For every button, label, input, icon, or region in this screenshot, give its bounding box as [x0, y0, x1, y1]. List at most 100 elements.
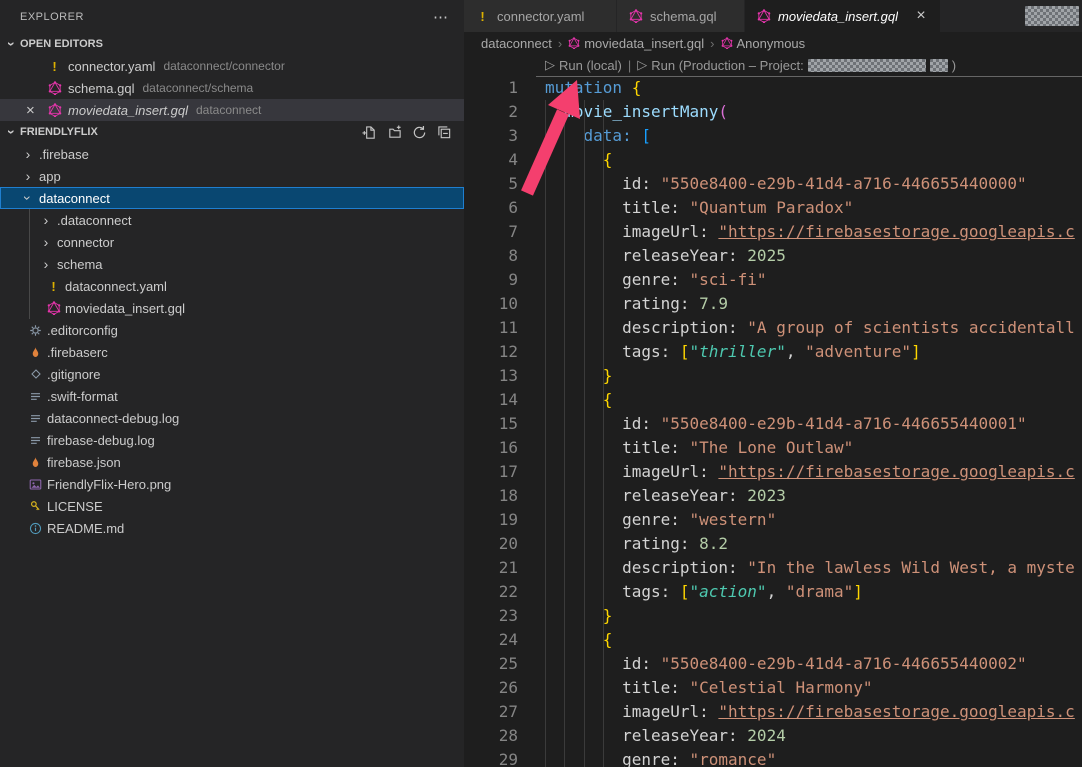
line-number[interactable]: 5 [464, 172, 518, 196]
code-line[interactable]: 21 description: "In the lawless Wild Wes… [464, 556, 1082, 580]
line-number[interactable]: 11 [464, 316, 518, 340]
refresh-button[interactable] [411, 124, 427, 140]
open-editor-item-moviedata-insert-gql[interactable]: ×moviedata_insert.gqldataconnect [0, 99, 464, 121]
code-line[interactable]: 25 id: "550e8400-e29b-41d4-a716-44665544… [464, 652, 1082, 676]
line-number[interactable]: 17 [464, 460, 518, 484]
tree-file-dataconnect-debug-log[interactable]: dataconnect-debug.log [0, 407, 464, 429]
code-line[interactable]: 13 } [464, 364, 1082, 388]
close-icon[interactable]: × [26, 103, 46, 118]
line-number[interactable]: 24 [464, 628, 518, 652]
code-line[interactable]: 22 tags: ["action", "drama"] [464, 580, 1082, 604]
line-number[interactable]: 27 [464, 700, 518, 724]
line-number[interactable]: 21 [464, 556, 518, 580]
open-editor-item-schema-gql[interactable]: schema.gqldataconnect/schema [0, 77, 464, 99]
code-line[interactable]: 26 title: "Celestial Harmony" [464, 676, 1082, 700]
run-local-link[interactable]: ▷ Run (local) [545, 57, 622, 73]
line-number[interactable]: 10 [464, 292, 518, 316]
run-production-link[interactable]: ▷ Run (Production – Project: ) [637, 57, 956, 73]
line-number[interactable]: 7 [464, 220, 518, 244]
code-line[interactable]: 24 { [464, 628, 1082, 652]
line-number[interactable]: 4 [464, 148, 518, 172]
code-line[interactable]: 8 releaseYear: 2025 [464, 244, 1082, 268]
code-editor[interactable]: 1mutation {2 movie_insertMany(3 data: [4… [464, 76, 1082, 767]
code-line[interactable]: 1mutation { [464, 76, 1082, 100]
line-number[interactable]: 25 [464, 652, 518, 676]
line-number[interactable]: 29 [464, 748, 518, 767]
code-line[interactable]: 3 data: [ [464, 124, 1082, 148]
line-number[interactable]: 19 [464, 508, 518, 532]
open-editors-section-header[interactable]: › OPEN EDITORS [0, 33, 464, 55]
line-number[interactable]: 12 [464, 340, 518, 364]
line-number[interactable]: 2 [464, 100, 518, 124]
line-number[interactable]: 23 [464, 604, 518, 628]
tree-folder-dataconnect[interactable]: ›.dataconnect [0, 209, 464, 231]
tab-moviedata-insert-gql[interactable]: moviedata_insert.gql× [745, 0, 941, 32]
code-line[interactable]: 4 { [464, 148, 1082, 172]
tab-close-icon[interactable]: × [912, 8, 930, 24]
tree-item-label: LICENSE [47, 499, 103, 514]
tree-folder-dataconnect[interactable]: ›dataconnect [0, 187, 464, 209]
code-line[interactable]: 19 genre: "western" [464, 508, 1082, 532]
line-number[interactable]: 1 [464, 76, 518, 100]
tree-file-firebaserc[interactable]: .firebaserc [0, 341, 464, 363]
code-line[interactable]: 27 imageUrl: "https://firebasestorage.go… [464, 700, 1082, 724]
code-line[interactable]: 7 imageUrl: "https://firebasestorage.goo… [464, 220, 1082, 244]
gear-icon [27, 324, 44, 337]
more-actions-icon[interactable]: ⋯ [433, 8, 448, 26]
tab-connector-yaml[interactable]: !connector.yaml [464, 0, 617, 32]
line-number[interactable]: 26 [464, 676, 518, 700]
code-line[interactable]: 15 id: "550e8400-e29b-41d4-a716-44665544… [464, 412, 1082, 436]
tree-file-license[interactable]: LICENSE [0, 495, 464, 517]
tree-file-friendlyflix-hero-png[interactable]: FriendlyFlix-Hero.png [0, 473, 464, 495]
line-number[interactable]: 6 [464, 196, 518, 220]
tree-folder-app[interactable]: ›app [0, 165, 464, 187]
line-number[interactable]: 22 [464, 580, 518, 604]
tree-file-readme-md[interactable]: README.md [0, 517, 464, 539]
workspace-section-header[interactable]: › FRIENDLYFLIX [0, 121, 464, 143]
tree-folder-connector[interactable]: ›connector [0, 231, 464, 253]
tab-schema-gql[interactable]: schema.gql [617, 0, 745, 32]
code-line[interactable]: 17 imageUrl: "https://firebasestorage.go… [464, 460, 1082, 484]
code-line[interactable]: 23 } [464, 604, 1082, 628]
tree-file-dataconnect-yaml[interactable]: !dataconnect.yaml [0, 275, 464, 297]
tree-file-editorconfig[interactable]: .editorconfig [0, 319, 464, 341]
breadcrumb-item-dataconnect[interactable]: dataconnect [481, 36, 552, 51]
code-line[interactable]: 12 tags: ["thriller", "adventure"] [464, 340, 1082, 364]
code-line[interactable]: 14 { [464, 388, 1082, 412]
tree-file-swift-format[interactable]: .swift-format [0, 385, 464, 407]
code-line[interactable]: 20 rating: 8.2 [464, 532, 1082, 556]
tree-file-gitignore[interactable]: .gitignore [0, 363, 464, 385]
code-line[interactable]: 2 movie_insertMany( [464, 100, 1082, 124]
code-line[interactable]: 18 releaseYear: 2023 [464, 484, 1082, 508]
breadcrumb-item-anonymous[interactable]: Anonymous [721, 36, 806, 51]
code-line[interactable]: 6 title: "Quantum Paradox" [464, 196, 1082, 220]
code-line[interactable]: 5 id: "550e8400-e29b-41d4-a716-446655440… [464, 172, 1082, 196]
line-number[interactable]: 20 [464, 532, 518, 556]
breadcrumb-item-moviedata-insert-gql[interactable]: moviedata_insert.gql [568, 36, 704, 51]
line-number[interactable]: 13 [464, 364, 518, 388]
collapse-all-button[interactable] [436, 124, 452, 140]
code-line[interactable]: 28 releaseYear: 2024 [464, 724, 1082, 748]
open-editor-item-connector-yaml[interactable]: !connector.yamldataconnect/connector [0, 55, 464, 77]
chevron-right-icon: › [20, 147, 36, 161]
tree-file-moviedata-insert-gql[interactable]: moviedata_insert.gql [0, 297, 464, 319]
new-file-button[interactable] [361, 124, 377, 140]
line-number[interactable]: 9 [464, 268, 518, 292]
code-line[interactable]: 16 title: "The Lone Outlaw" [464, 436, 1082, 460]
line-number[interactable]: 15 [464, 412, 518, 436]
line-number[interactable]: 28 [464, 724, 518, 748]
code-line[interactable]: 9 genre: "sci-fi" [464, 268, 1082, 292]
code-line[interactable]: 10 rating: 7.9 [464, 292, 1082, 316]
new-folder-button[interactable] [386, 124, 402, 140]
line-number[interactable]: 18 [464, 484, 518, 508]
line-number[interactable]: 3 [464, 124, 518, 148]
line-number[interactable]: 8 [464, 244, 518, 268]
code-line[interactable]: 29 genre: "romance" [464, 748, 1082, 767]
tree-folder-schema[interactable]: ›schema [0, 253, 464, 275]
tree-file-firebase-debug-log[interactable]: firebase-debug.log [0, 429, 464, 451]
tree-file-firebase-json[interactable]: firebase.json [0, 451, 464, 473]
line-number[interactable]: 16 [464, 436, 518, 460]
code-line[interactable]: 11 description: "A group of scientists a… [464, 316, 1082, 340]
line-number[interactable]: 14 [464, 388, 518, 412]
tree-folder-firebase[interactable]: ›.firebase [0, 143, 464, 165]
